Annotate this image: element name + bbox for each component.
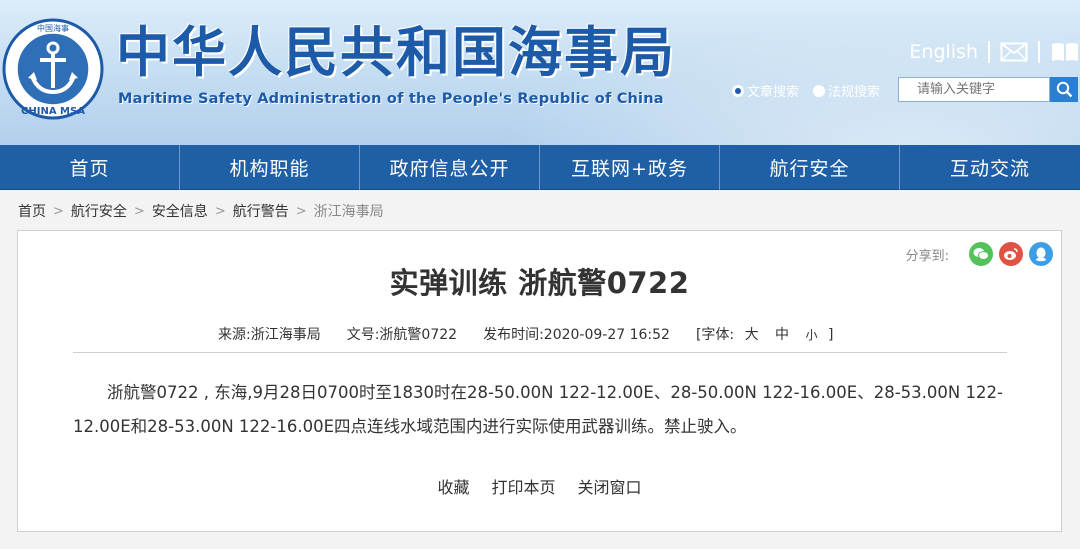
breadcrumb-warnings[interactable]: 航行警告 xyxy=(233,201,289,221)
nav-internet-services[interactable]: 互联网+政务 xyxy=(540,145,720,190)
font-size-label: [字体: xyxy=(695,327,735,343)
search-button[interactable] xyxy=(1050,77,1078,102)
article-body: 浙航警0722 , 东海,9月28日0700时至1830时在28-50.00N … xyxy=(73,383,1003,436)
font-size-large[interactable]: 大 xyxy=(745,327,759,343)
wechat-icon xyxy=(973,248,989,260)
mail-icon[interactable] xyxy=(1000,42,1028,62)
breadcrumb: 首页 > 航行安全 > 安全信息 > 航行警告 > 浙江海事局 xyxy=(18,201,384,221)
radio-regulation-search[interactable]: 法规搜索 xyxy=(813,81,880,100)
nav-home[interactable]: 首页 xyxy=(0,145,180,190)
chevron-right-icon: > xyxy=(295,203,307,219)
article-actions: 收藏 打印本页 关闭窗口 xyxy=(18,474,1061,498)
logo-ring-text: 中国海事 xyxy=(37,23,69,33)
site-subtitle: Maritime Safety Administration of the Pe… xyxy=(118,91,664,107)
breadcrumb-safety-info[interactable]: 安全信息 xyxy=(152,201,208,221)
divider xyxy=(73,352,1007,353)
search-options: 文章搜索 法规搜索 xyxy=(732,81,880,100)
print-button[interactable]: 打印本页 xyxy=(491,474,555,498)
font-size-medium[interactable]: 中 xyxy=(775,327,789,343)
chevron-right-icon: > xyxy=(53,203,64,219)
font-size-close: ] xyxy=(827,327,834,343)
breadcrumb-navigation-safety[interactable]: 航行安全 xyxy=(71,201,127,221)
logo-text: CHINA MSA xyxy=(21,106,85,117)
article-publish-time: 发布时间:2020-09-27 16:52 xyxy=(483,327,670,343)
site-header: CHINA MSA 中国海事 中华人民共和国海事局 Maritime Safet… xyxy=(0,0,1080,145)
top-links: English xyxy=(909,38,1080,66)
search-icon xyxy=(1056,81,1072,98)
msa-logo[interactable]: CHINA MSA 中国海事 xyxy=(2,18,104,120)
favorite-button[interactable]: 收藏 xyxy=(437,474,469,498)
breadcrumb-home[interactable]: 首页 xyxy=(18,201,46,221)
weibo-icon xyxy=(1004,248,1018,260)
font-size-small[interactable]: 小 xyxy=(806,328,818,342)
radio-checked-icon xyxy=(732,84,744,97)
article-meta: 来源:浙江海事局 文号:浙航警0722 发布时间:2020-09-27 16:5… xyxy=(218,324,833,344)
font-size-control: [字体: 大 中 小 ] xyxy=(696,324,833,344)
main-nav: 首页 机构职能 政府信息公开 互联网+政务 航行安全 互动交流 xyxy=(0,145,1080,190)
site-title[interactable]: 中华人民共和国海事局 xyxy=(116,22,676,84)
english-link[interactable]: English xyxy=(909,41,978,63)
nav-interaction[interactable]: 互动交流 xyxy=(900,145,1080,190)
nav-gov-info[interactable]: 政府信息公开 xyxy=(360,145,540,190)
close-window-button[interactable]: 关闭窗口 xyxy=(578,474,642,498)
chevron-right-icon: > xyxy=(214,203,226,219)
article-doc-number: 文号:浙航警0722 xyxy=(346,327,458,343)
article-title: 实弹训练 浙航警0722 xyxy=(389,266,690,300)
article-source: 来源:浙江海事局 xyxy=(218,327,321,343)
chevron-right-icon: > xyxy=(133,203,145,219)
radio-unchecked-icon xyxy=(813,84,826,97)
nav-navigation-safety[interactable]: 航行安全 xyxy=(720,145,900,190)
breadcrumb-current: 浙江海事局 xyxy=(313,204,384,220)
radio-article-search[interactable]: 文章搜索 xyxy=(732,81,799,100)
article-panel: 分享到: 实弹训练 浙航警0722 来源:浙江海事局 文号:浙航警0722 发布… xyxy=(17,230,1062,532)
search-input[interactable] xyxy=(898,77,1050,102)
book-icon[interactable] xyxy=(1050,41,1080,63)
nav-functions[interactable]: 机构职能 xyxy=(180,145,360,190)
